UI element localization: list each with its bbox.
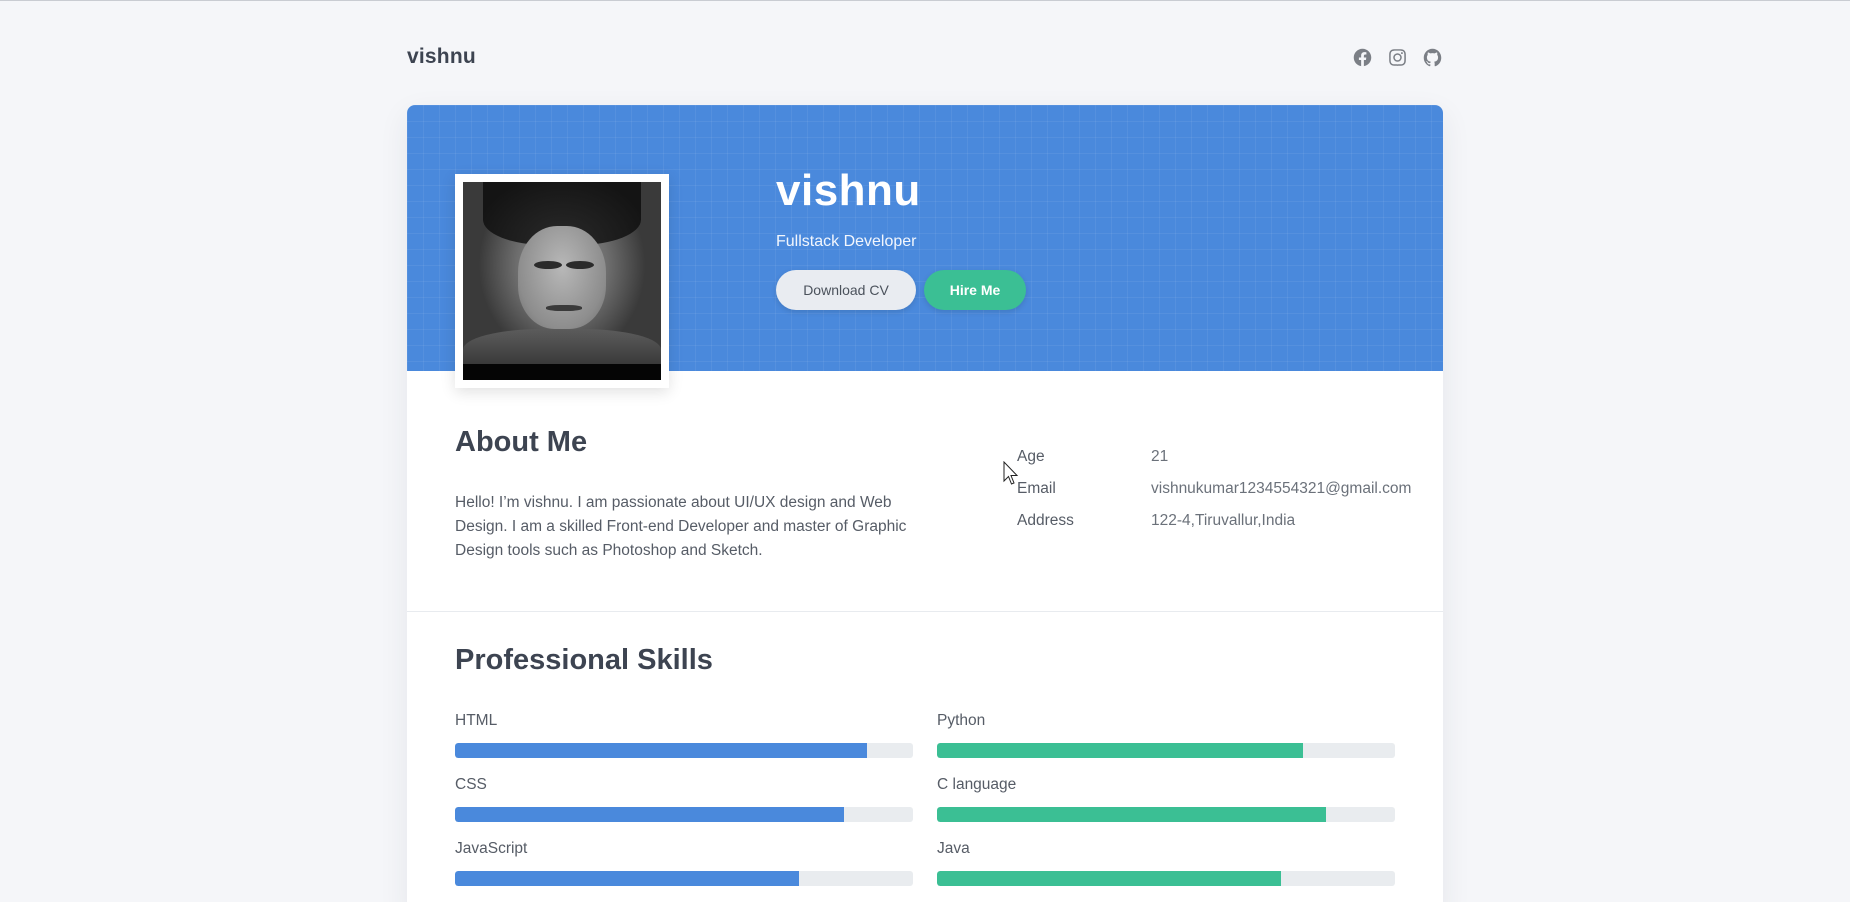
about-section: About Me Hello! I’m vishnu. I am passion… — [407, 371, 1443, 612]
skill-label: HTML — [455, 712, 498, 729]
info-row-email: Email vishnukumar1234554321@gmail.com — [1017, 473, 1411, 505]
skill-progress-fill — [937, 807, 1327, 822]
info-value: 21 — [1151, 448, 1169, 465]
profile-photo — [463, 182, 661, 380]
skill-label: Python — [937, 712, 986, 729]
instagram-icon[interactable] — [1387, 47, 1408, 68]
info-value: 122-4,Tiruvallur,India — [1151, 512, 1296, 529]
personal-info: Age 21 Email vishnukumar1234554321@gmail… — [1017, 441, 1411, 537]
skill-progress-track — [937, 807, 1395, 822]
skill-java: Java — [937, 840, 1395, 886]
skill-progress-fill — [937, 743, 1304, 758]
skill-progress-fill — [455, 807, 845, 822]
hero-name: vishnu — [776, 166, 921, 215]
about-title: About Me — [455, 426, 588, 458]
skill-label: JavaScript — [455, 840, 528, 857]
hire-me-button[interactable]: Hire Me — [924, 270, 1026, 311]
skill-javascript: JavaScript — [455, 840, 913, 886]
skill-css: CSS — [455, 776, 913, 822]
skill-progress-track — [937, 743, 1395, 758]
mouse-cursor-icon — [1003, 461, 1019, 485]
skill-python: Python — [937, 712, 1395, 758]
about-text: Hello! I’m vishnu. I am passionate about… — [455, 494, 907, 559]
skill-progress-fill — [937, 871, 1281, 886]
info-key: Age — [1017, 448, 1045, 465]
profile-photo-frame — [455, 174, 669, 388]
hero-role: Fullstack Developer — [776, 233, 917, 251]
skill-progress-fill — [455, 871, 799, 886]
info-key: Email — [1017, 480, 1056, 497]
download-cv-button[interactable]: Download CV — [776, 270, 916, 311]
info-row-age: Age 21 — [1017, 441, 1411, 473]
hero-text: vishnu Fullstack Developer Download CV H… — [776, 166, 1026, 311]
facebook-icon[interactable] — [1352, 47, 1373, 68]
skill-progress-track — [455, 743, 913, 758]
skill-html: HTML — [455, 712, 913, 758]
brand-logo[interactable]: vishnu — [407, 45, 476, 69]
social-links — [1352, 47, 1443, 68]
hero-buttons: Download CV Hire Me — [776, 270, 1026, 311]
skill-c-language: C language — [937, 776, 1395, 822]
skill-label: CSS — [455, 776, 487, 793]
skill-label: Java — [937, 840, 970, 857]
skills-title: Professional Skills — [455, 644, 713, 676]
skill-progress-track — [455, 871, 913, 886]
info-key: Address — [1017, 512, 1074, 529]
skill-progress-fill — [455, 743, 868, 758]
skill-progress-track — [455, 807, 913, 822]
profile-card: vishnu Fullstack Developer Download CV H… — [407, 105, 1443, 902]
skill-progress-track — [937, 871, 1395, 886]
skill-label: C language — [937, 776, 1017, 793]
info-value: vishnukumar1234554321@gmail.com — [1151, 480, 1412, 497]
top-navbar: vishnu — [407, 41, 1443, 73]
github-icon[interactable] — [1422, 47, 1443, 68]
info-row-address: Address 122-4,Tiruvallur,India — [1017, 505, 1411, 537]
